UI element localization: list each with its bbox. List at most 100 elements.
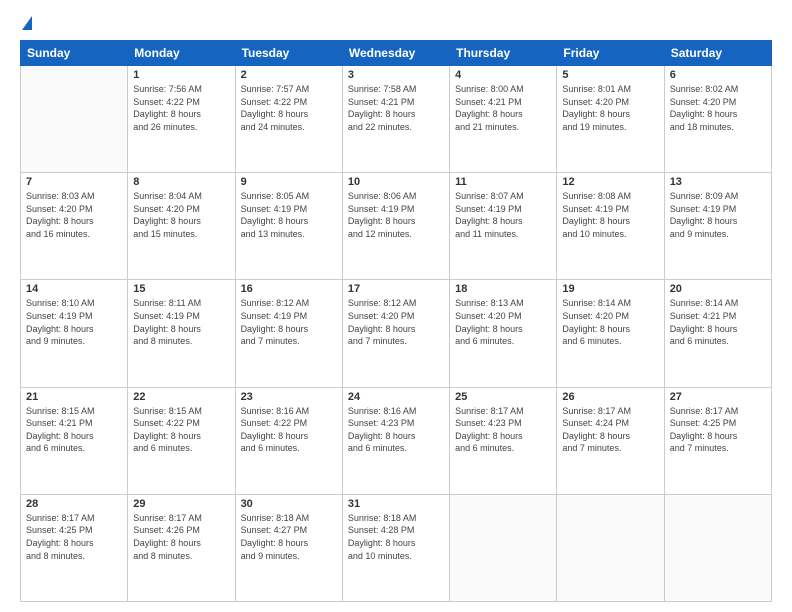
calendar-cell: 18Sunrise: 8:13 AMSunset: 4:20 PMDayligh… [450,280,557,387]
day-info: Sunrise: 7:58 AMSunset: 4:21 PMDaylight:… [348,83,444,133]
calendar-cell: 14Sunrise: 8:10 AMSunset: 4:19 PMDayligh… [21,280,128,387]
weekday-header: Tuesday [235,41,342,66]
calendar-cell: 10Sunrise: 8:06 AMSunset: 4:19 PMDayligh… [342,173,449,280]
calendar-cell: 6 Sunrise: 8:02 AMSunset: 4:20 PMDaylight… [664,66,771,173]
calendar-cell: 20Sunrise: 8:14 AMSunset: 4:21 PMDayligh… [664,280,771,387]
day-number: 3 [348,69,444,81]
day-info: Sunrise: 8:17 AMSunset: 4:25 PMDaylight:… [26,512,122,562]
day-info: Sunrise: 8:16 AMSunset: 4:23 PMDaylight:… [348,405,444,455]
calendar-week-row: 7 Sunrise: 8:03 AMSunset: 4:20 PMDaylight… [21,173,772,280]
day-number: 12 [562,176,658,188]
day-info: Sunrise: 8:14 AMSunset: 4:20 PMDaylight:… [562,297,658,347]
day-number: 19 [562,283,658,295]
day-number: 22 [133,391,229,403]
day-info: Sunrise: 8:00 AMSunset: 4:21 PMDaylight:… [455,83,551,133]
day-info: Sunrise: 8:15 AMSunset: 4:22 PMDaylight:… [133,405,229,455]
day-number: 25 [455,391,551,403]
calendar-week-row: 28 Sunrise: 8:17 AMSunset: 4:25 PMDayligh… [21,494,772,601]
logo-icon [22,16,32,30]
day-info: Sunrise: 8:18 AMSunset: 4:27 PMDaylight:… [241,512,337,562]
calendar-week-row: 21 Sunrise: 8:15 AMSunset: 4:21 PMDayligh… [21,387,772,494]
day-info: Sunrise: 8:09 AMSunset: 4:19 PMDaylight:… [670,190,766,240]
day-number: 17 [348,283,444,295]
day-info: Sunrise: 8:07 AMSunset: 4:19 PMDaylight:… [455,190,551,240]
calendar-cell: 23 Sunrise: 8:16 AMSunset: 4:22 PMDayligh… [235,387,342,494]
calendar-table: SundayMondayTuesdayWednesdayThursdayFrid… [20,40,772,602]
day-info: Sunrise: 8:18 AMSunset: 4:28 PMDaylight:… [348,512,444,562]
calendar-cell [21,66,128,173]
calendar-cell: 16 Sunrise: 8:12 AMSunset: 4:19 PMDayligh… [235,280,342,387]
calendar-cell: 29 Sunrise: 8:17 AMSunset: 4:26 PMDayligh… [128,494,235,601]
calendar-cell: 15 Sunrise: 8:11 AMSunset: 4:19 PMDayligh… [128,280,235,387]
day-number: 24 [348,391,444,403]
calendar-cell [557,494,664,601]
day-info: Sunrise: 8:17 AMSunset: 4:25 PMDaylight:… [670,405,766,455]
day-number: 1 [133,69,229,81]
day-info: Sunrise: 8:05 AMSunset: 4:19 PMDaylight:… [241,190,337,240]
day-info: Sunrise: 8:12 AMSunset: 4:19 PMDaylight:… [241,297,337,347]
day-info: Sunrise: 8:13 AMSunset: 4:20 PMDaylight:… [455,297,551,347]
calendar-week-row: 1 Sunrise: 7:56 AMSunset: 4:22 PMDaylight… [21,66,772,173]
page: SundayMondayTuesdayWednesdayThursdayFrid… [0,0,792,612]
day-info: Sunrise: 8:04 AMSunset: 4:20 PMDaylight:… [133,190,229,240]
calendar-cell: 21 Sunrise: 8:15 AMSunset: 4:21 PMDayligh… [21,387,128,494]
calendar-cell: 12 Sunrise: 8:08 AMSunset: 4:19 PMDayligh… [557,173,664,280]
day-info: Sunrise: 8:17 AMSunset: 4:26 PMDaylight:… [133,512,229,562]
day-number: 2 [241,69,337,81]
day-number: 11 [455,176,551,188]
day-number: 21 [26,391,122,403]
calendar-cell: 28 Sunrise: 8:17 AMSunset: 4:25 PMDayligh… [21,494,128,601]
calendar-cell: 27 Sunrise: 8:17 AMSunset: 4:25 PMDayligh… [664,387,771,494]
day-number: 26 [562,391,658,403]
weekday-header: Sunday [21,41,128,66]
day-number: 8 [133,176,229,188]
day-number: 7 [26,176,122,188]
day-info: Sunrise: 8:15 AMSunset: 4:21 PMDaylight:… [26,405,122,455]
day-info: Sunrise: 8:17 AMSunset: 4:24 PMDaylight:… [562,405,658,455]
day-info: Sunrise: 8:06 AMSunset: 4:19 PMDaylight:… [348,190,444,240]
day-info: Sunrise: 8:08 AMSunset: 4:19 PMDaylight:… [562,190,658,240]
calendar-cell: 5Sunrise: 8:01 AMSunset: 4:20 PMDaylight… [557,66,664,173]
day-info: Sunrise: 8:14 AMSunset: 4:21 PMDaylight:… [670,297,766,347]
calendar-cell: 25Sunrise: 8:17 AMSunset: 4:23 PMDayligh… [450,387,557,494]
calendar-header-row: SundayMondayTuesdayWednesdayThursdayFrid… [21,41,772,66]
calendar-cell: 8 Sunrise: 8:04 AMSunset: 4:20 PMDaylight… [128,173,235,280]
calendar-week-row: 14Sunrise: 8:10 AMSunset: 4:19 PMDayligh… [21,280,772,387]
calendar-cell: 3 Sunrise: 7:58 AMSunset: 4:21 PMDaylight… [342,66,449,173]
day-number: 15 [133,283,229,295]
day-number: 9 [241,176,337,188]
day-number: 16 [241,283,337,295]
day-number: 13 [670,176,766,188]
header [20,18,772,30]
day-info: Sunrise: 8:10 AMSunset: 4:19 PMDaylight:… [26,297,122,347]
weekday-header: Monday [128,41,235,66]
calendar-cell: 4 Sunrise: 8:00 AMSunset: 4:21 PMDaylight… [450,66,557,173]
calendar-cell: 22 Sunrise: 8:15 AMSunset: 4:22 PMDayligh… [128,387,235,494]
day-info: Sunrise: 8:16 AMSunset: 4:22 PMDaylight:… [241,405,337,455]
calendar-cell: 19 Sunrise: 8:14 AMSunset: 4:20 PMDayligh… [557,280,664,387]
day-info: Sunrise: 8:01 AMSunset: 4:20 PMDaylight:… [562,83,658,133]
calendar-cell: 24 Sunrise: 8:16 AMSunset: 4:23 PMDayligh… [342,387,449,494]
calendar-cell: 2Sunrise: 7:57 AMSunset: 4:22 PMDaylight… [235,66,342,173]
calendar-cell: 26 Sunrise: 8:17 AMSunset: 4:24 PMDayligh… [557,387,664,494]
logo-text [20,18,32,30]
day-info: Sunrise: 8:03 AMSunset: 4:20 PMDaylight:… [26,190,122,240]
calendar-cell: 7 Sunrise: 8:03 AMSunset: 4:20 PMDaylight… [21,173,128,280]
day-number: 29 [133,498,229,510]
day-number: 4 [455,69,551,81]
day-info: Sunrise: 8:02 AMSunset: 4:20 PMDaylight:… [670,83,766,133]
calendar-cell: 11 Sunrise: 8:07 AMSunset: 4:19 PMDayligh… [450,173,557,280]
day-number: 30 [241,498,337,510]
day-number: 23 [241,391,337,403]
day-number: 6 [670,69,766,81]
calendar-cell: 17Sunrise: 8:12 AMSunset: 4:20 PMDayligh… [342,280,449,387]
calendar-cell: 1 Sunrise: 7:56 AMSunset: 4:22 PMDaylight… [128,66,235,173]
day-info: Sunrise: 7:56 AMSunset: 4:22 PMDaylight:… [133,83,229,133]
day-info: Sunrise: 8:11 AMSunset: 4:19 PMDaylight:… [133,297,229,347]
day-number: 28 [26,498,122,510]
calendar-cell: 13 Sunrise: 8:09 AMSunset: 4:19 PMDayligh… [664,173,771,280]
calendar-cell: 31Sunrise: 8:18 AMSunset: 4:28 PMDayligh… [342,494,449,601]
calendar-cell [664,494,771,601]
day-number: 27 [670,391,766,403]
calendar-cell: 9 Sunrise: 8:05 AMSunset: 4:19 PMDaylight… [235,173,342,280]
